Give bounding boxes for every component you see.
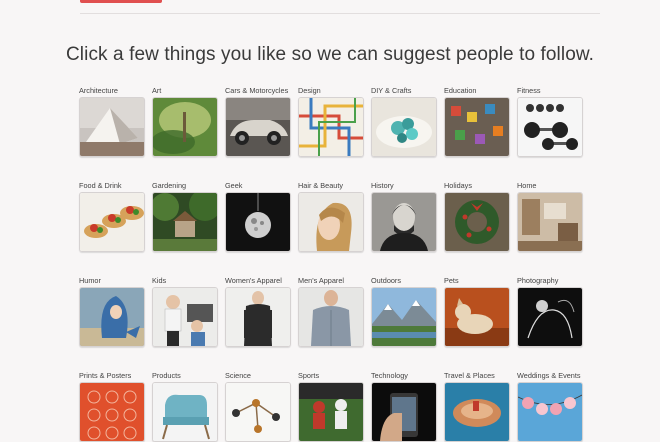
category-label: Sports <box>298 371 320 380</box>
category-tile-holidays[interactable]: Holidays <box>444 181 510 252</box>
architecture-photo-icon[interactable] <box>79 97 145 157</box>
womens-apparel-photo-icon[interactable] <box>225 287 291 347</box>
category-tile-weddings-events[interactable]: Weddings & Events <box>517 371 583 442</box>
top-bar <box>0 0 660 14</box>
category-label: Geek <box>225 181 243 190</box>
category-label: Hair & Beauty <box>298 181 344 190</box>
gardening-photo-icon[interactable] <box>152 192 218 252</box>
category-grid: Architecture Art Cars & Motorcycles Desi… <box>79 86 589 442</box>
science-photo-icon[interactable] <box>225 382 291 442</box>
category-tile-technology[interactable]: Technology <box>371 371 437 442</box>
category-label: Fitness <box>517 86 541 95</box>
category-tile-kids[interactable]: Kids <box>152 276 218 347</box>
category-tile-womens-apparel[interactable]: Women's Apparel <box>225 276 291 347</box>
category-label: Holidays <box>444 181 472 190</box>
category-tile-home[interactable]: Home <box>517 181 583 252</box>
category-tile-art[interactable]: Art <box>152 86 218 157</box>
category-label: History <box>371 181 394 190</box>
category-tile-products[interactable]: Products <box>152 371 218 442</box>
category-label: Home <box>517 181 537 190</box>
category-label: Outdoors <box>371 276 402 285</box>
category-tile-cars-motorcycles[interactable]: Cars & Motorcycles <box>225 86 291 157</box>
category-label: Humor <box>79 276 101 285</box>
category-tile-fitness[interactable]: Fitness <box>517 86 583 157</box>
category-label: Photography <box>517 276 559 285</box>
hair-beauty-photo-icon[interactable] <box>298 192 364 252</box>
category-tile-pets[interactable]: Pets <box>444 276 510 347</box>
humor-photo-icon[interactable] <box>79 287 145 347</box>
category-tile-education[interactable]: Education <box>444 86 510 157</box>
category-tile-humor[interactable]: Humor <box>79 276 145 347</box>
history-photo-icon[interactable] <box>371 192 437 252</box>
category-label: Gardening <box>152 181 187 190</box>
fitness-photo-icon[interactable] <box>517 97 583 157</box>
home-photo-icon[interactable] <box>517 192 583 252</box>
sports-photo-icon[interactable] <box>298 382 364 442</box>
category-label: Cars & Motorcycles <box>225 86 289 95</box>
category-tile-sports[interactable]: Sports <box>298 371 364 442</box>
kids-photo-icon[interactable] <box>152 287 218 347</box>
category-tile-prints-posters[interactable]: Prints & Posters <box>79 371 145 442</box>
category-label: Art <box>152 86 162 95</box>
category-label: Weddings & Events <box>517 371 581 380</box>
food-drink-photo-icon[interactable] <box>79 192 145 252</box>
onboarding-prompt: Click a few things you like so we can su… <box>65 44 595 65</box>
category-label: Design <box>298 86 321 95</box>
category-tile-mens-apparel[interactable]: Men's Apparel <box>298 276 364 347</box>
header-divider <box>80 13 600 14</box>
brand-accent-bar <box>80 0 162 3</box>
category-label: Food & Drink <box>79 181 122 190</box>
category-label: Products <box>152 371 181 380</box>
geek-photo-icon[interactable] <box>225 192 291 252</box>
products-photo-icon[interactable] <box>152 382 218 442</box>
car-photo-icon[interactable] <box>225 97 291 157</box>
category-tile-diy-crafts[interactable]: DIY & Crafts <box>371 86 437 157</box>
category-label: Prints & Posters <box>79 371 132 380</box>
category-label: DIY & Crafts <box>371 86 412 95</box>
category-tile-outdoors[interactable]: Outdoors <box>371 276 437 347</box>
education-photo-icon[interactable] <box>444 97 510 157</box>
category-tile-photography[interactable]: Photography <box>517 276 583 347</box>
weddings-events-photo-icon[interactable] <box>517 382 583 442</box>
category-label: Women's Apparel <box>225 276 282 285</box>
category-tile-architecture[interactable]: Architecture <box>79 86 145 157</box>
category-tile-history[interactable]: History <box>371 181 437 252</box>
diy-crafts-photo-icon[interactable] <box>371 97 437 157</box>
category-tile-gardening[interactable]: Gardening <box>152 181 218 252</box>
outdoors-photo-icon[interactable] <box>371 287 437 347</box>
category-tile-travel-places[interactable]: Travel & Places <box>444 371 510 442</box>
technology-photo-icon[interactable] <box>371 382 437 442</box>
category-label: Science <box>225 371 251 380</box>
holidays-photo-icon[interactable] <box>444 192 510 252</box>
category-tile-science[interactable]: Science <box>225 371 291 442</box>
category-label: Pets <box>444 276 459 285</box>
category-label: Education <box>444 86 477 95</box>
category-label: Architecture <box>79 86 118 95</box>
category-tile-food-drink[interactable]: Food & Drink <box>79 181 145 252</box>
photography-photo-icon[interactable] <box>517 287 583 347</box>
category-tile-hair-beauty[interactable]: Hair & Beauty <box>298 181 364 252</box>
category-label: Men's Apparel <box>298 276 345 285</box>
mens-apparel-photo-icon[interactable] <box>298 287 364 347</box>
prints-posters-photo-icon[interactable] <box>79 382 145 442</box>
pets-photo-icon[interactable] <box>444 287 510 347</box>
design-photo-icon[interactable] <box>298 97 364 157</box>
art-photo-icon[interactable] <box>152 97 218 157</box>
travel-places-photo-icon[interactable] <box>444 382 510 442</box>
category-label: Technology <box>371 371 408 380</box>
category-tile-design[interactable]: Design <box>298 86 364 157</box>
category-tile-geek[interactable]: Geek <box>225 181 291 252</box>
category-label: Travel & Places <box>444 371 495 380</box>
category-label: Kids <box>152 276 167 285</box>
